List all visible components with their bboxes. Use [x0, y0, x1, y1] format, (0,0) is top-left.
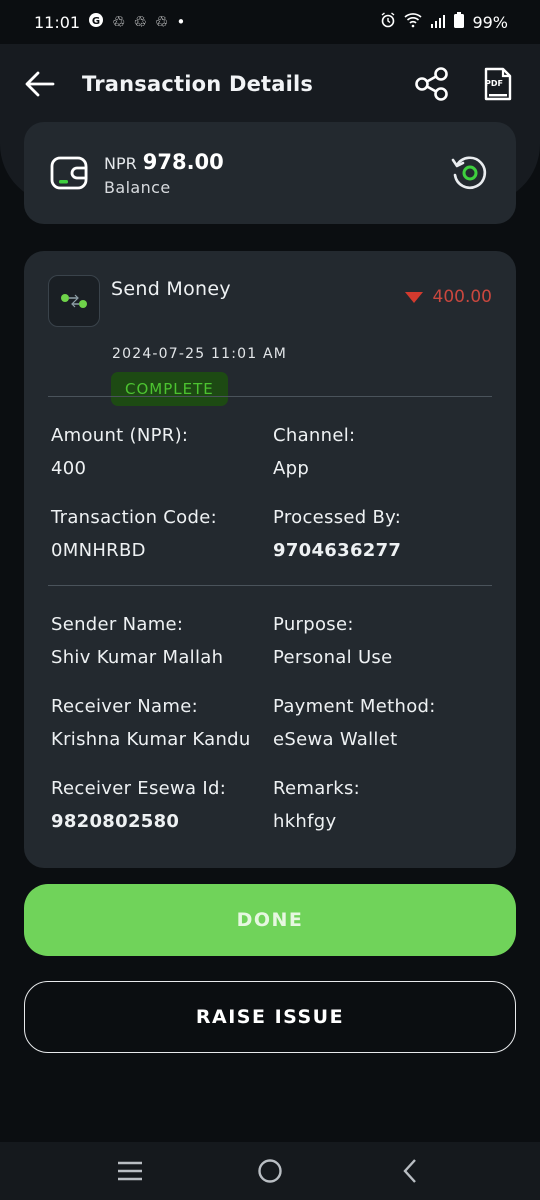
alarm-icon [380, 12, 396, 32]
divider [48, 585, 492, 586]
google-icon: G [88, 12, 104, 32]
field-value: Personal Use [273, 647, 393, 668]
battery-percent: 99% [472, 12, 508, 32]
system-nav-bar [0, 1142, 540, 1200]
recent-apps-button[interactable] [100, 1146, 160, 1196]
debit-arrow-icon [404, 291, 423, 303]
status-time: 11:01 [34, 12, 81, 32]
field-label: Receiver Esewa Id: [51, 778, 227, 799]
field-amount: Amount (NPR): 400 [51, 425, 188, 479]
transaction-datetime: 2024-07-25 11:01 AM [112, 346, 288, 362]
status-right: 99% [380, 12, 508, 32]
field-label: Payment Method: [273, 696, 436, 717]
field-value: 9704636277 [273, 540, 402, 561]
recycle-icon: ♲ [155, 13, 169, 31]
app-bar: Transaction Details [0, 44, 540, 124]
dot-icon: • [176, 13, 186, 31]
balance-currency: NPR [104, 153, 137, 173]
status-left: 11:01 G ♲ ♲ ♲ • [34, 12, 185, 32]
home-circle-icon [258, 1159, 282, 1183]
field-value: 400 [51, 458, 87, 479]
field-value: Shiv Kumar Mallah [51, 647, 224, 668]
back-arrow-icon [25, 71, 55, 97]
send-money-icon [48, 275, 100, 327]
balance-line: NPR 978.00 [104, 150, 448, 174]
field-label: Amount (NPR): [51, 425, 189, 446]
field-remarks: Remarks: hkhfgy [273, 778, 360, 832]
raise-issue-button[interactable]: RAISE ISSUE [24, 981, 516, 1053]
field-value: 0MNHRBD [51, 540, 146, 561]
field-label: Purpose: [273, 614, 354, 635]
status-badge: COMPLETE [111, 372, 228, 406]
share-icon [415, 67, 448, 101]
field-label: Processed By: [273, 507, 402, 528]
balance-amount: 978.00 [142, 149, 224, 174]
transaction-details-card: Send Money 400.00 2024-07-25 11:01 AM CO… [24, 251, 516, 868]
battery-icon [454, 12, 465, 32]
status-bar: 11:01 G ♲ ♲ ♲ • 99% [0, 0, 540, 44]
balance-text: NPR 978.00 Balance [104, 150, 448, 197]
divider [48, 396, 492, 397]
wifi-icon [404, 12, 422, 32]
share-button[interactable] [410, 62, 454, 106]
page-title: Transaction Details [82, 72, 314, 96]
field-label: Remarks: [273, 778, 361, 799]
transaction-amount: 400.00 [404, 287, 492, 307]
field-processed-by: Processed By: 9704636277 [273, 507, 401, 561]
field-value: hkhfgy [273, 811, 337, 832]
menu-icon [118, 1161, 142, 1181]
field-channel: Channel: App [273, 425, 355, 479]
field-label: Receiver Name: [51, 696, 198, 717]
field-label: Sender Name: [51, 614, 184, 635]
field-payment-method: Payment Method: eSewa Wallet [273, 696, 436, 750]
refresh-icon [451, 156, 487, 190]
field-purpose: Purpose: Personal Use [273, 614, 392, 668]
pdf-icon-label: PDF [485, 79, 503, 88]
field-receiver-esewa-id: Receiver Esewa Id: 9820802580 [51, 778, 226, 832]
chevron-left-icon [403, 1159, 416, 1183]
field-transaction-code: Transaction Code: 0MNHRBD [51, 507, 217, 561]
svg-text:G: G [92, 16, 100, 27]
signal-icon [430, 13, 446, 32]
transaction-header: Send Money 400.00 2024-07-25 11:01 AM CO… [48, 275, 492, 406]
recycle-icon: ♲ [133, 13, 148, 31]
transaction-amount-value: 400.00 [432, 287, 492, 307]
transaction-type: Send Money [111, 278, 231, 300]
balance-label: Balance [104, 177, 171, 197]
balance-card: NPR 978.00 Balance [24, 122, 516, 224]
field-value: 9820802580 [51, 811, 180, 832]
wallet-icon [48, 151, 92, 195]
system-back-button[interactable] [380, 1146, 440, 1196]
field-label: Channel: [273, 425, 356, 446]
field-label: Transaction Code: [51, 507, 217, 528]
recycle-icon: ♲ [112, 13, 126, 31]
home-button[interactable] [240, 1146, 300, 1196]
back-button[interactable] [20, 64, 60, 104]
done-button[interactable]: DONE [24, 884, 516, 956]
field-value: eSewa Wallet [273, 729, 398, 750]
field-value: Krishna Kumar Kandu [51, 729, 251, 750]
field-value: App [273, 458, 310, 479]
field-receiver-name: Receiver Name: Krishna Kumar Kandu [51, 696, 251, 750]
refresh-balance-button[interactable] [448, 151, 492, 195]
field-sender-name: Sender Name: Shiv Kumar Mallah [51, 614, 223, 668]
